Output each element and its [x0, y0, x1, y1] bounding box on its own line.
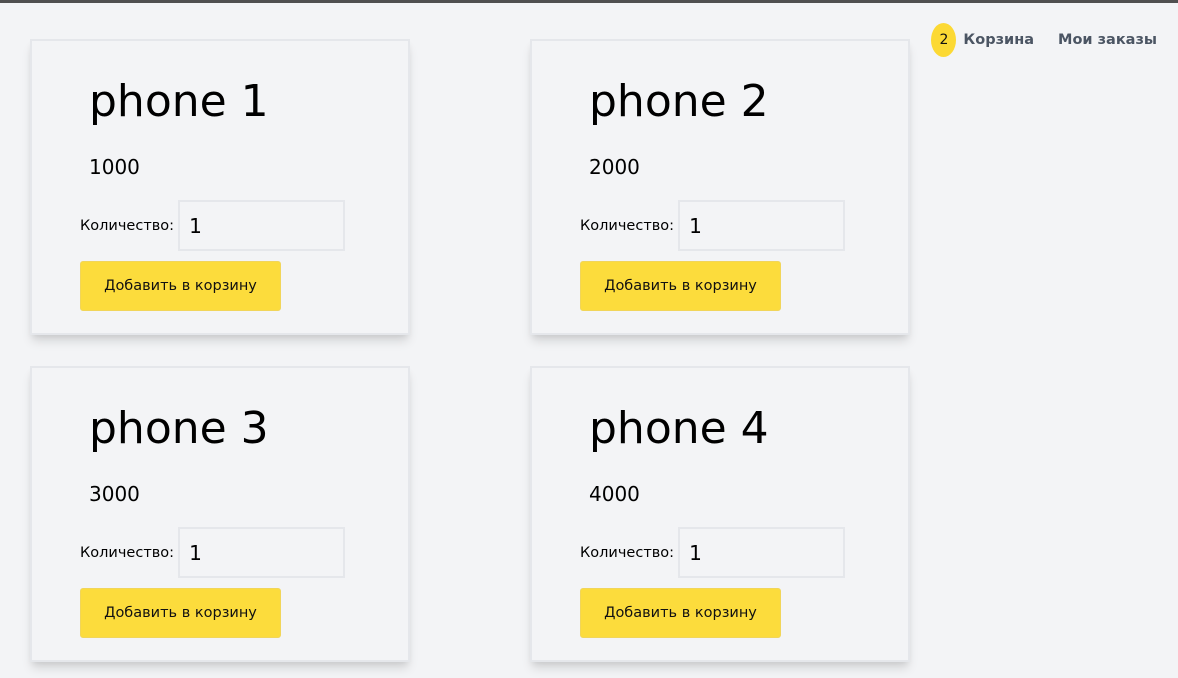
my-orders-link[interactable]: Мои заказы: [1058, 32, 1157, 48]
product-card: phone 3 3000 Количество: Добавить в корз…: [30, 366, 410, 662]
header-nav: 2 Корзина Мои заказы: [931, 22, 1157, 58]
add-to-cart-button[interactable]: Добавить в корзину: [80, 261, 281, 311]
cart-link[interactable]: 2 Корзина: [931, 23, 1034, 57]
quantity-row: Количество:: [80, 527, 346, 578]
product-card: phone 4 4000 Количество: Добавить в корз…: [530, 366, 910, 662]
product-name: phone 4: [589, 403, 769, 454]
product-name: phone 3: [89, 403, 269, 454]
cart-count-badge: 2: [931, 23, 957, 57]
product-price: 4000: [589, 482, 640, 506]
add-to-cart-button[interactable]: Добавить в корзину: [580, 588, 781, 638]
product-price: 2000: [589, 155, 640, 179]
quantity-label: Количество:: [80, 544, 175, 561]
cart-label: Корзина: [963, 32, 1035, 48]
product-name: phone 2: [589, 76, 769, 127]
add-to-cart-button[interactable]: Добавить в корзину: [80, 588, 281, 638]
product-name: phone 1: [89, 76, 269, 127]
quantity-label: Количество:: [580, 544, 675, 561]
quantity-row: Количество:: [580, 527, 846, 578]
product-price: 3000: [89, 482, 140, 506]
product-price: 1000: [89, 155, 140, 179]
quantity-input[interactable]: [678, 527, 846, 578]
product-card: phone 2 2000 Количество: Добавить в корз…: [530, 39, 910, 335]
quantity-input[interactable]: [678, 200, 846, 251]
quantity-row: Количество:: [580, 200, 846, 251]
product-card: phone 1 1000 Количество: Добавить в корз…: [30, 39, 410, 335]
quantity-input[interactable]: [178, 527, 346, 578]
quantity-label: Количество:: [580, 217, 675, 234]
add-to-cart-button[interactable]: Добавить в корзину: [580, 261, 781, 311]
quantity-label: Количество:: [80, 217, 175, 234]
quantity-row: Количество:: [80, 200, 346, 251]
quantity-input[interactable]: [178, 200, 346, 251]
top-border: [0, 0, 1178, 3]
